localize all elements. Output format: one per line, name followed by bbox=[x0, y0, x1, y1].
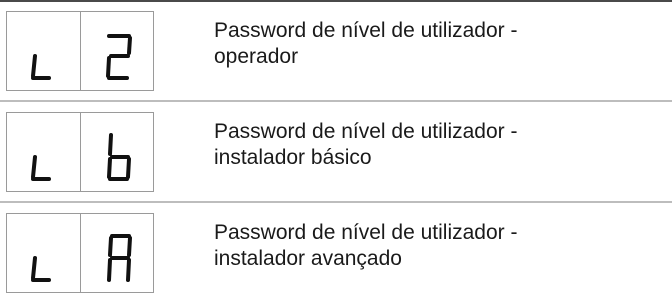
seven-segment-display bbox=[6, 112, 154, 192]
seven-segment-display bbox=[6, 11, 154, 91]
segment-digit-b-icon bbox=[81, 113, 154, 191]
description-line-1: Password de nível de utilizador - bbox=[214, 120, 518, 143]
row-divider bbox=[0, 201, 672, 203]
seven-segment-display bbox=[6, 213, 154, 293]
segment-digit-l-icon bbox=[7, 214, 80, 292]
table-row: Password de nível de utilizador - instal… bbox=[0, 205, 672, 301]
row-divider bbox=[0, 100, 672, 102]
segment-digit-2-icon bbox=[81, 12, 154, 90]
segment-digit-a-icon bbox=[81, 214, 154, 292]
table-top-rule bbox=[0, 0, 672, 2]
description-line-2: instalador básico bbox=[214, 146, 372, 169]
segment-digit-l-icon bbox=[7, 113, 80, 191]
table-row: Password de nível de utilizador - operad… bbox=[0, 3, 672, 99]
segment-digit-l-icon bbox=[7, 12, 80, 90]
row-description: Password de nível de utilizador - instal… bbox=[214, 119, 654, 171]
row-description: Password de nível de utilizador - operad… bbox=[214, 18, 654, 70]
description-line-2: operador bbox=[214, 45, 299, 68]
row-description: Password de nível de utilizador - instal… bbox=[214, 220, 654, 272]
description-line-2: instalador avançado bbox=[214, 247, 402, 270]
table-row: Password de nível de utilizador - instal… bbox=[0, 104, 672, 200]
description-line-1: Password de nível de utilizador - bbox=[214, 221, 518, 244]
description-line-1: Password de nível de utilizador - bbox=[214, 19, 518, 42]
